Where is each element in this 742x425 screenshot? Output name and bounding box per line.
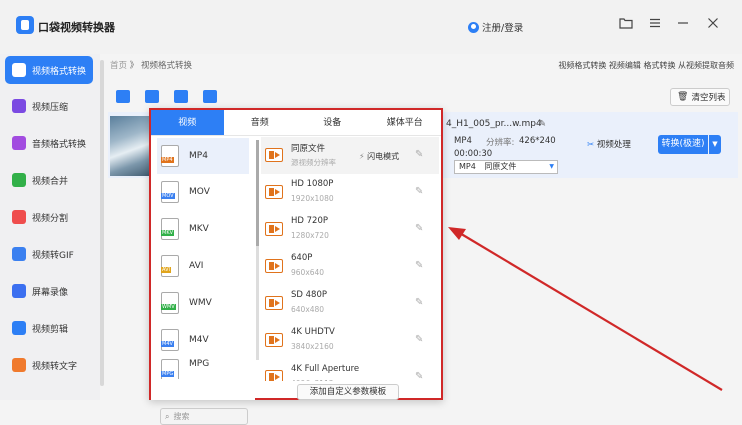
- annotation-arrow: [448, 227, 723, 391]
- format-search-input[interactable]: ⌕ 搜索: [160, 408, 248, 425]
- search-icon: ⌕: [165, 411, 170, 421]
- search-placeholder: 搜索: [173, 412, 190, 421]
